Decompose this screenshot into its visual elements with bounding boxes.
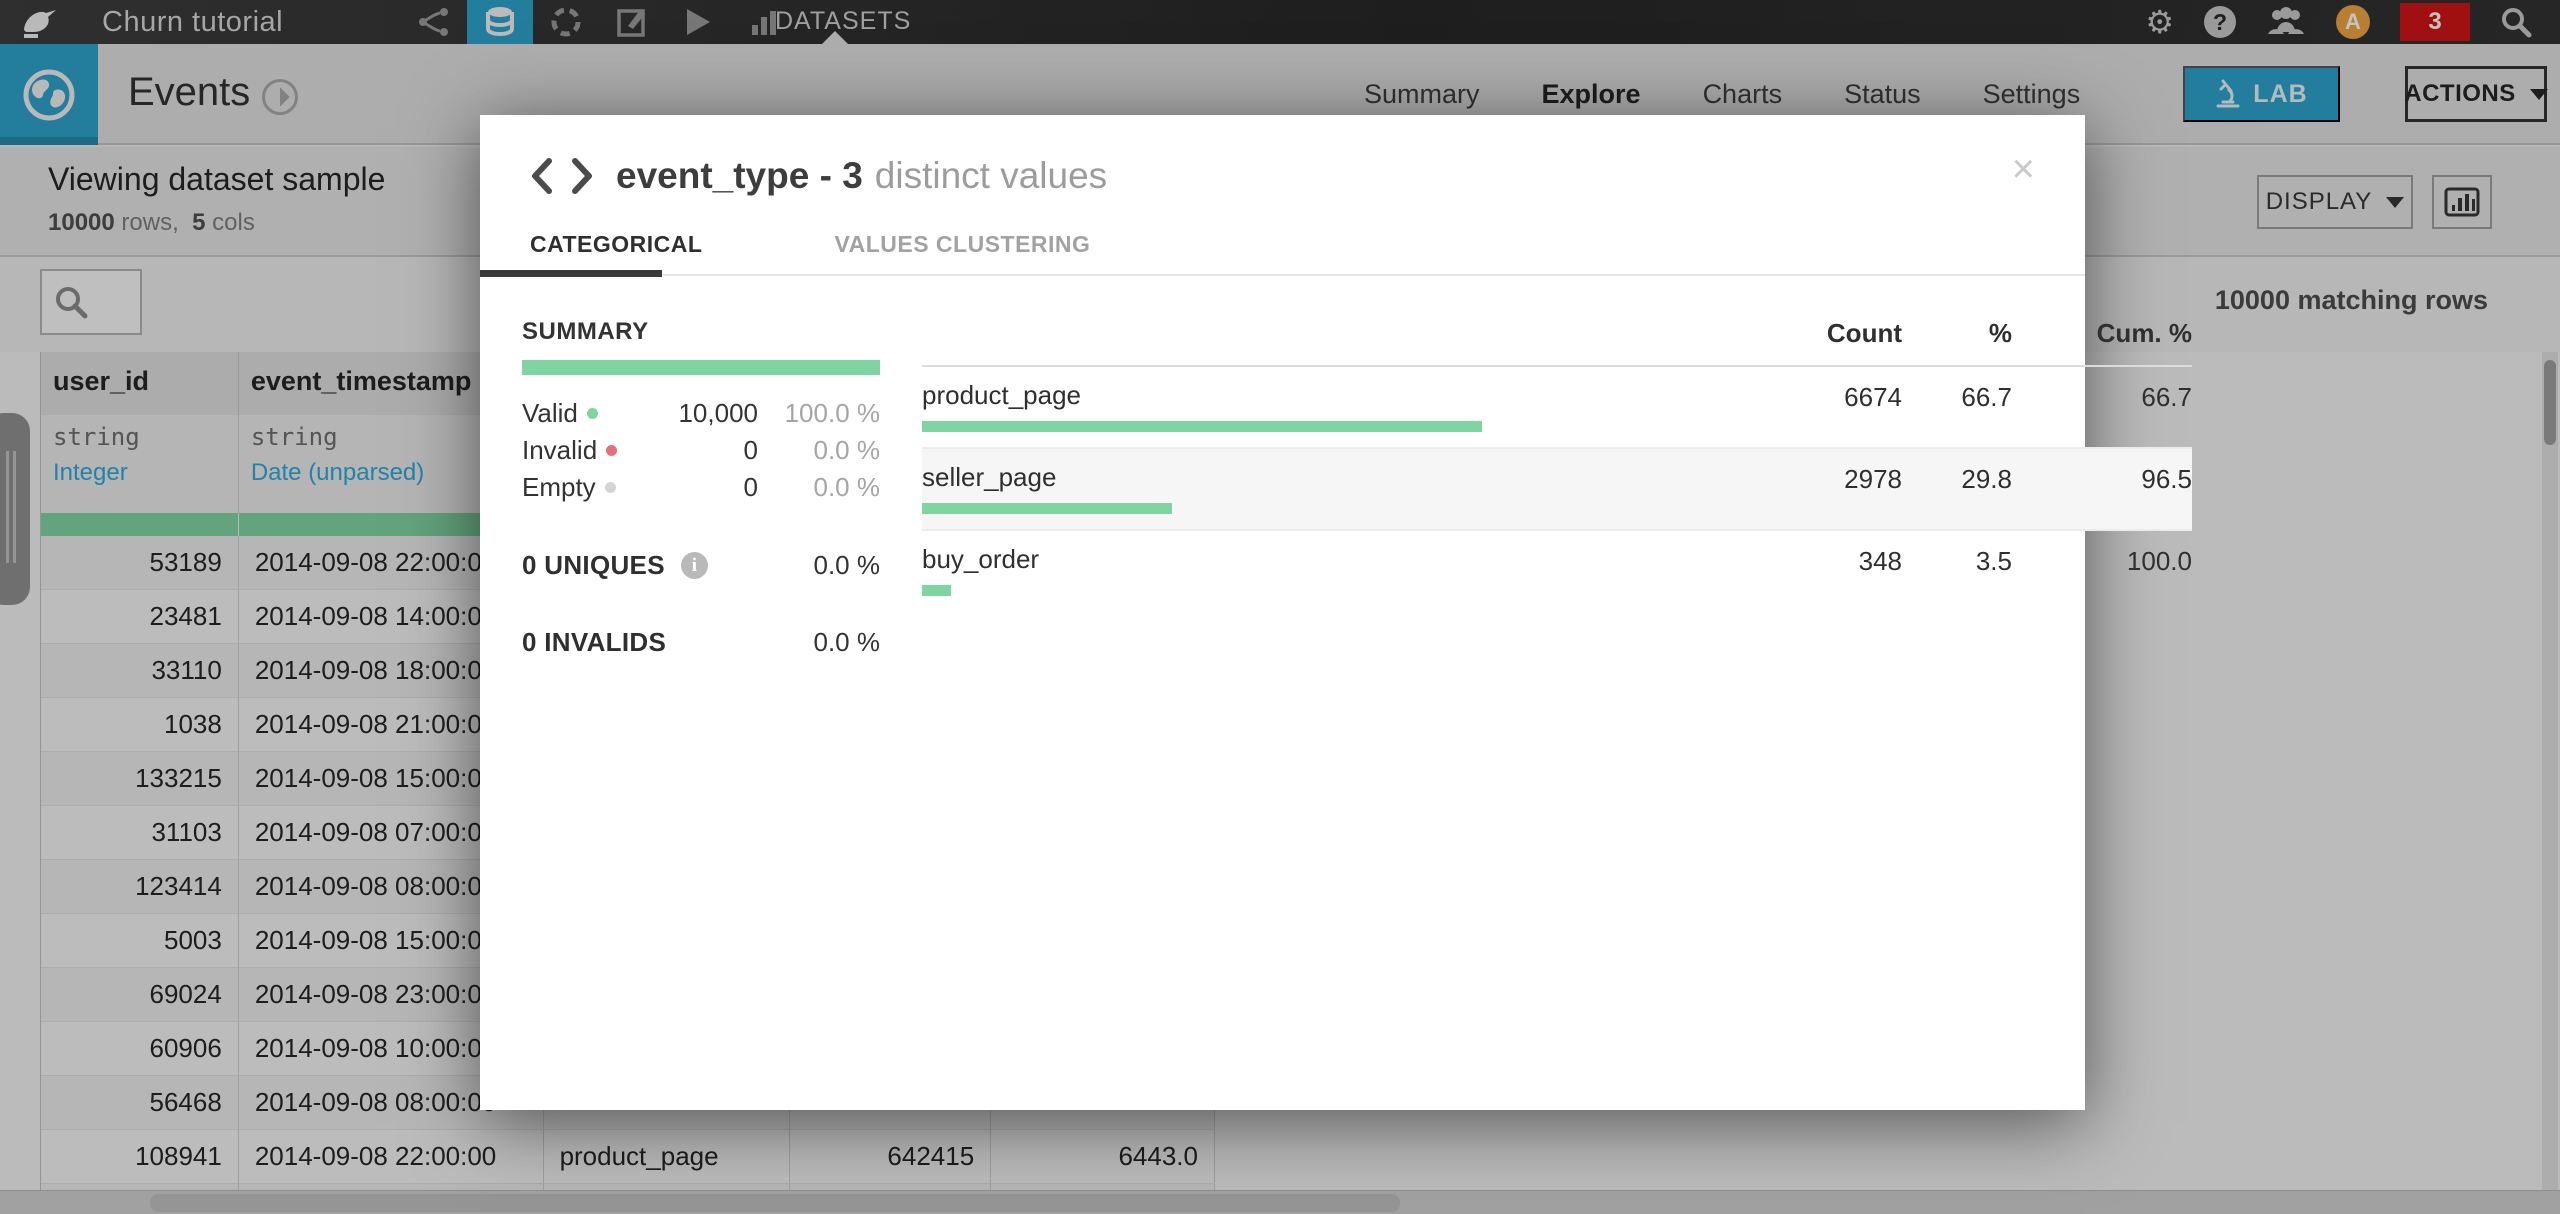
summary-stats: Valid 10,000 100.0 % Invalid 0 0.0 % Emp… [522, 395, 880, 506]
summary-panel: SUMMARY Valid 10,000 100.0 % Invalid 0 0… [522, 318, 880, 658]
col-count[interactable]: Count [1762, 318, 1902, 349]
dss-explore-screen: Churn tutorial DATASETS ⚙ ? A 3 Events S… [0, 0, 2560, 1214]
value-row-buy-order[interactable]: buy_order 348 3.5 100.0 [922, 531, 2192, 611]
stat-empty: Empty 0 0.0 % [522, 472, 880, 502]
close-icon[interactable]: × [2012, 149, 2035, 189]
values-panel: Count % Cum. % product_page 6674 66.7 66… [922, 318, 2193, 658]
active-tab-marker [480, 270, 662, 277]
tab-categorical[interactable]: CATEGORICAL [530, 231, 702, 258]
empty-dot-icon [604, 482, 616, 493]
stat-invalid: Invalid 0 0.0 % [522, 435, 880, 465]
invalid-dot-icon [606, 445, 618, 456]
value-row-seller-page[interactable]: seller_page 2978 29.8 96.5 [922, 449, 2192, 531]
modal-title-suffix: distinct values [874, 155, 1108, 196]
value-bar [922, 585, 952, 596]
value-row-product-page[interactable]: product_page 6674 66.7 66.7 [922, 367, 2192, 449]
uniques-row: 0 UNIQUES i 0.0 % [522, 550, 880, 580]
value-bar [922, 503, 1173, 514]
value-bar [922, 421, 1483, 432]
chevron-left-icon[interactable] [530, 158, 554, 194]
info-icon[interactable]: i [680, 552, 708, 579]
column-nav [530, 158, 594, 194]
modal-tabs: CATEGORICAL VALUES CLUSTERING [480, 231, 2085, 277]
validity-gauge [522, 360, 880, 375]
modal-header: event_type - 3 distinct values [480, 115, 2085, 197]
invalids-row: 0 INVALIDS 0.0 % [522, 627, 880, 657]
col-cum-pct[interactable]: Cum. % [2012, 318, 2192, 349]
values-table-header: Count % Cum. % [922, 318, 2192, 367]
stat-valid: Valid 10,000 100.0 % [522, 398, 880, 428]
chevron-right-icon[interactable] [570, 158, 594, 194]
summary-heading: SUMMARY [522, 318, 649, 345]
modal-title: event_type - 3 [616, 155, 863, 196]
validity-gauge-fill [522, 360, 880, 375]
tab-values-clustering[interactable]: VALUES CLUSTERING [834, 231, 1090, 258]
column-analysis-modal: × event_type - 3 distinct values CATEGOR… [480, 115, 2192, 1110]
valid-dot-icon [586, 408, 598, 419]
modal-body: SUMMARY Valid 10,000 100.0 % Invalid 0 0… [480, 276, 2192, 658]
col-pct[interactable]: % [1902, 318, 2012, 349]
